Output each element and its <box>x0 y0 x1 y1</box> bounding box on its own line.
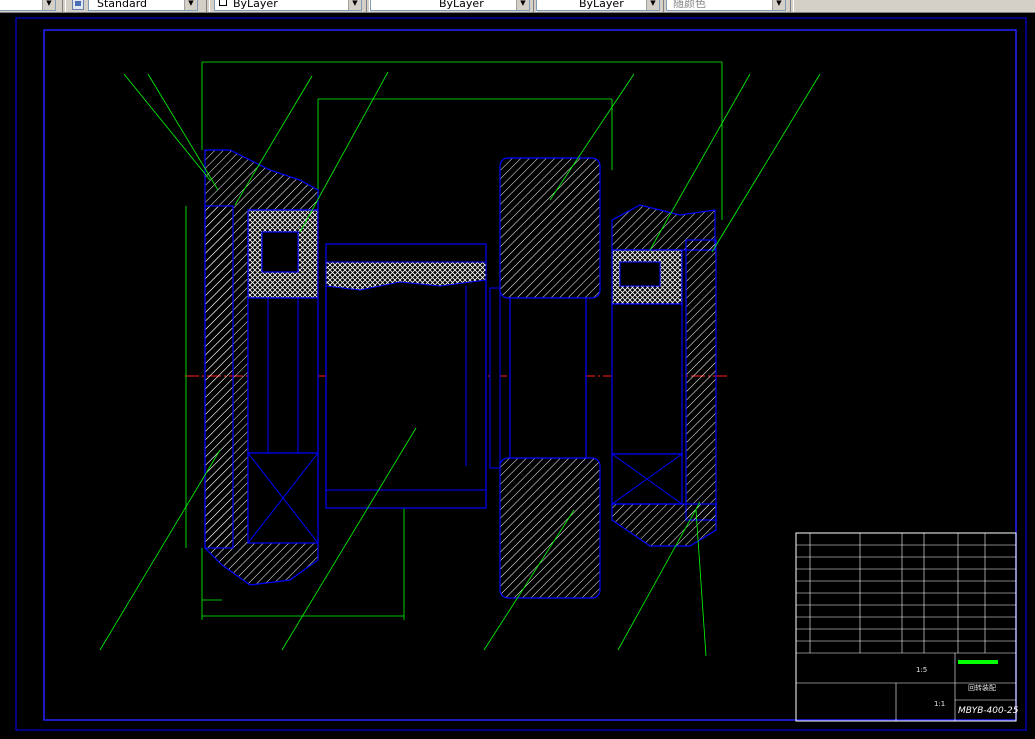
gear-lower <box>499 457 601 599</box>
drawing-number-text: MBYB-400-25 <box>958 706 1019 716</box>
layer-dropdown[interactable]: ByLayer ▼ <box>214 0 362 11</box>
plot-style-dropdown[interactable]: 随颜色 ▼ <box>666 0 786 11</box>
chevron-down-icon[interactable]: ▼ <box>42 0 55 10</box>
chevron-down-icon[interactable]: ▼ <box>184 0 197 10</box>
chevron-down-icon[interactable]: ▼ <box>772 0 785 10</box>
toolbar-separator <box>206 0 210 12</box>
right-bearing <box>611 303 683 455</box>
toolbar-separator <box>62 0 66 12</box>
text-style-dropdown[interactable]: Standard ▼ <box>88 0 198 11</box>
cad-drawing[interactable]: 1:5 回转装配 MBYB-400-25 1:1 <box>0 12 1035 735</box>
layer-value: ByLayer <box>233 0 278 10</box>
sheet-text: 1:1 <box>934 700 945 708</box>
title-block: 1:5 回转装配 MBYB-400-25 1:1 <box>795 532 1019 722</box>
gear-hub <box>509 297 587 459</box>
lineweight-value: ByLayer <box>579 0 624 10</box>
left-end-cover <box>204 205 234 549</box>
text-style-icon[interactable] <box>72 0 84 10</box>
scale-text: 1:5 <box>916 666 927 674</box>
linetype-value: ByLayer <box>439 0 484 10</box>
chevron-down-icon[interactable]: ▼ <box>516 0 529 10</box>
leftmost-dropdown[interactable]: ▼ <box>0 0 56 11</box>
lineweight-dropdown[interactable]: ByLayer ▼ <box>536 0 660 11</box>
model-space-canvas[interactable]: 1:5 回转装配 MBYB-400-25 1:1 <box>0 12 1035 735</box>
left-key <box>261 231 299 273</box>
text-style-value: Standard <box>97 0 148 10</box>
toolbar-separator <box>790 0 794 12</box>
color-value: 随颜色 <box>673 0 706 10</box>
chevron-down-icon[interactable]: ▼ <box>646 0 659 10</box>
color-swatch-icon <box>219 0 227 6</box>
chevron-down-icon[interactable]: ▼ <box>348 0 361 10</box>
gear-upper <box>499 157 601 299</box>
right-housing-lower <box>611 503 717 547</box>
right-end-cover <box>685 239 717 521</box>
drawing-name-text: 回转装配 <box>968 683 996 692</box>
linetype-dropdown[interactable]: ByLayer ▼ <box>370 0 530 11</box>
left-bearing-upper <box>247 297 319 454</box>
